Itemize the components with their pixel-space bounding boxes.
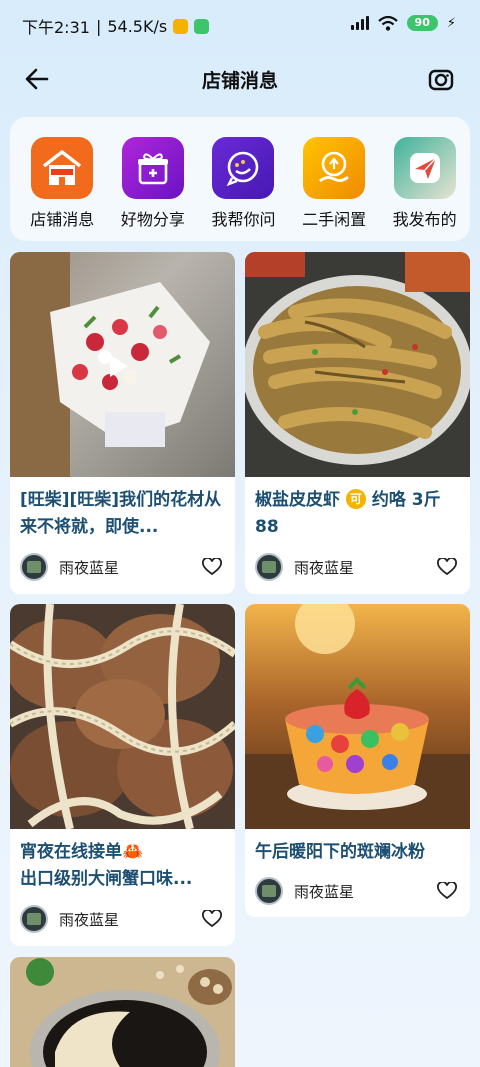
feed-card[interactable]: 椒盐皮皮虾 可 约咯 3斤88 雨夜蓝星: [245, 252, 470, 594]
feed-card[interactable]: 午后暖阳下的斑斓冰粉 雨夜蓝星: [245, 604, 470, 917]
feed-card[interactable]: [10, 957, 235, 1067]
like-button[interactable]: [434, 878, 460, 904]
message-notification-icon: [173, 18, 189, 34]
shortcut-shop-news[interactable]: 店铺消息: [17, 117, 108, 241]
sesame-paste-image: [10, 957, 235, 1067]
avatar: [255, 877, 283, 905]
shortcut-gift-share[interactable]: 好物分享: [108, 117, 199, 241]
status-time: 下午2:31: [22, 18, 90, 37]
author-name: 雨夜蓝星: [294, 558, 355, 577]
shortcut-label: 店铺消息: [30, 210, 95, 229]
hairy-crab-image: [10, 604, 235, 829]
battery-indicator: 90: [406, 15, 438, 31]
back-button[interactable]: [20, 62, 54, 96]
card-title: 椒盐皮皮虾 可 约咯 3斤88: [255, 489, 441, 537]
shortcut-second-hand[interactable]: 二手闲置: [289, 117, 380, 241]
feed-card[interactable]: 宵夜在线接单🦀 出口级别大闸蟹口味... 雨夜蓝星: [10, 604, 235, 946]
author-name: 雨夜蓝星: [59, 910, 120, 929]
emoji-badge: 可: [345, 489, 366, 509]
feed-card[interactable]: [旺柴][旺柴]我们的花材从来不将就，即使... 雨夜蓝星: [10, 252, 235, 594]
app-notification-icon: [194, 18, 210, 34]
chat-icon: [212, 137, 275, 199]
camera-icon: [428, 69, 454, 91]
camera-button[interactable]: [424, 62, 458, 96]
like-button[interactable]: [199, 554, 225, 580]
like-button[interactable]: [434, 554, 460, 580]
network-speed: 54.5K/s: [107, 16, 168, 36]
flower-bouquet-image: [10, 252, 235, 477]
shortcut-label: 好物分享: [120, 210, 185, 229]
avatar: [20, 553, 48, 581]
avatar: [20, 905, 48, 933]
charging-icon: ⚡: [446, 15, 456, 31]
author-name: 雨夜蓝星: [294, 882, 355, 901]
shortcut-my-posts[interactable]: 我发布的: [379, 117, 470, 241]
paper-plane-icon: [393, 137, 456, 199]
like-button[interactable]: [199, 906, 225, 932]
wifi-icon: [377, 15, 398, 31]
shortcut-bar: 店铺消息 好物分享 我帮你问 二手闲置 我发布的: [10, 117, 470, 241]
heart-icon: [437, 882, 457, 900]
card-title: 午后暖阳下的斑斓冰粉: [255, 842, 425, 862]
signal-icon: [350, 16, 369, 30]
ice-jelly-dessert-image: [245, 604, 470, 829]
top-bar: 店铺消息: [0, 52, 480, 104]
page-title: 店铺消息: [201, 70, 278, 92]
author-name: 雨夜蓝星: [59, 558, 120, 577]
card-title: [旺柴][旺柴]我们的花材从来不将就，即使...: [20, 490, 222, 537]
mantis-shrimp-image: [245, 252, 470, 477]
shortcut-label: 二手闲置: [302, 210, 367, 229]
shortcut-ask-for-you[interactable]: 我帮你问: [198, 117, 289, 241]
avatar: [255, 553, 283, 581]
gift-icon: [121, 137, 184, 199]
recycle-hand-icon: [303, 137, 366, 199]
heart-icon: [202, 910, 222, 928]
play-icon: [110, 355, 128, 377]
shop-news-icon: [31, 137, 94, 199]
heart-icon: [437, 558, 457, 576]
card-title: 宵夜在线接单🦀 出口级别大闸蟹口味...: [20, 842, 193, 889]
status-bar: 下午2:31 | 54.5K/s 90 ⚡: [22, 15, 456, 37]
heart-icon: [202, 558, 222, 576]
shortcut-label: 我发布的: [392, 210, 457, 229]
shortcut-label: 我帮你问: [211, 210, 276, 229]
back-arrow-icon: [25, 68, 49, 90]
